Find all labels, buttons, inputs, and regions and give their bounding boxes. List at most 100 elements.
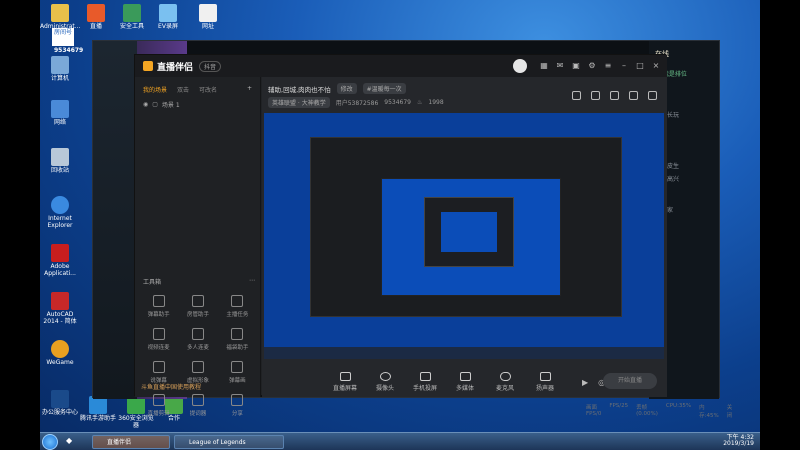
app-logo-icon: [143, 61, 153, 71]
video-link-icon: [152, 328, 165, 340]
tool-share[interactable]: 分享: [218, 394, 257, 417]
edit-title-button[interactable]: 修改: [336, 83, 357, 94]
security-tools-icon[interactable]: 安全工具: [112, 4, 152, 30]
microphone-button[interactable]: 麦克风: [490, 372, 520, 392]
tool-danmaku-helper[interactable]: 弹幕助手: [139, 295, 178, 318]
tab-my-scenes[interactable]: 我的场景: [143, 85, 167, 94]
tencent-mobile-icon[interactable]: 腾讯手游助手: [78, 396, 118, 422]
gift-icon[interactable]: ▣: [571, 61, 581, 71]
stream-title: 辅助,回城,肉肉也不怕: [268, 85, 331, 94]
microphone-icon: [499, 372, 511, 381]
taskbar-task-streaming[interactable]: 直播伴侣: [92, 435, 170, 449]
skin-icon[interactable]: ▦: [539, 61, 549, 71]
room-overlay: 房间号: [52, 28, 74, 46]
phone-icon: [419, 372, 431, 381]
preview-taskbar: [264, 347, 664, 359]
office-center-icon[interactable]: 办公服务中心: [40, 390, 80, 416]
tool-danmaku-picture[interactable]: 弹幕画: [218, 361, 257, 384]
share-icon[interactable]: [648, 91, 657, 100]
message-icon[interactable]: ✉: [555, 61, 565, 71]
tool-lucky-bag[interactable]: 福袋助手: [218, 328, 257, 351]
danmaku-icon: [152, 295, 165, 307]
right-letterbox: [760, 0, 800, 450]
tutorial-link[interactable]: 斗鱼直播中国使用教程: [141, 382, 201, 391]
start-button[interactable]: [42, 434, 58, 450]
platform-badge[interactable]: 抖音: [199, 60, 222, 72]
web-url-icon[interactable]: 网址: [188, 4, 228, 30]
lock-icon[interactable]: ▢: [152, 101, 158, 108]
preview-nested-screen: [441, 212, 497, 252]
lock-icon[interactable]: [591, 91, 600, 100]
taskbar: ◆ 直播伴侣 League of Legends 下午 4:32 2019/3/…: [40, 432, 760, 450]
minimize-icon[interactable]: –: [619, 61, 629, 71]
phone-cast-button[interactable]: 手机投屏: [410, 372, 440, 392]
virtual-avatar-icon: [191, 361, 204, 373]
tool-multi-link[interactable]: 多人连麦: [178, 328, 217, 351]
scene-item[interactable]: ◉ ▢ 场景 1: [135, 98, 260, 111]
share-icon: [231, 394, 244, 406]
screen: Administrat... 直播 安全工具 EV录屏 网址 房间号 95346…: [0, 0, 800, 450]
taskbar-task-lol[interactable]: League of Legends: [174, 435, 284, 449]
tool-virtual-avatar[interactable]: 虚拟形象: [178, 361, 217, 384]
streaming-app-window[interactable]: 直播伴侣 抖音 ▦ ✉ ▣ ⚙ ≡ – □ × 我的场景 双击 可改名 + ◉ …: [134, 54, 732, 419]
stream-panel: 辅助,回城,肉肉也不怕 修改 #温暖每一次 英雄联盟 · 大神教学 用户5387…: [262, 77, 732, 419]
start-live-button[interactable]: 开始直播: [603, 373, 657, 389]
tool-video-link[interactable]: 视频连麦: [139, 328, 178, 351]
trash-icon[interactable]: [572, 91, 581, 100]
room-number: 9534679: [384, 99, 412, 106]
maximize-icon[interactable]: □: [635, 61, 645, 71]
speaker-icon: [539, 372, 551, 381]
stream-tag[interactable]: #温暖每一次: [362, 83, 406, 94]
scene-panel: 我的场景 双击 可改名 + ◉ ▢ 场景 1 工具箱 ⋯ 弹幕助手 房管助手 主…: [135, 77, 261, 417]
category-badge[interactable]: 英雄联盟 · 大神教学: [268, 97, 330, 108]
settings-icon[interactable]: ⚙: [587, 61, 597, 71]
stream-preview[interactable]: [264, 113, 664, 359]
camera-button[interactable]: 摄像头: [370, 372, 400, 392]
bell-icon[interactable]: [629, 91, 638, 100]
tasks-icon: [231, 295, 244, 307]
tab-rename[interactable]: 可改名: [199, 85, 217, 94]
game-sidebar: [93, 41, 137, 399]
adobe-icon[interactable]: Adobe Applicati...: [40, 244, 80, 277]
danmaku-picture-icon: [231, 361, 244, 373]
tool-say-danmaku[interactable]: 说弹幕: [139, 361, 178, 384]
computer-icon[interactable]: 计算机: [40, 56, 80, 82]
left-letterbox: [0, 0, 40, 450]
media-button[interactable]: 多媒体: [450, 372, 480, 392]
toolbox-header: 工具箱 ⋯: [143, 277, 255, 286]
screen-capture-button[interactable]: 直播屏幕: [330, 372, 360, 392]
tool-prompter[interactable]: 提词器: [178, 394, 217, 417]
camera-icon: [379, 372, 391, 381]
app-title: 直播伴侣: [157, 62, 194, 73]
preview-nested-window: [310, 137, 622, 317]
tool-room-manager[interactable]: 房管助手: [178, 295, 217, 318]
scene-tabs: 我的场景 双击 可改名 +: [135, 77, 260, 98]
live-app-icon[interactable]: 直播: [76, 4, 116, 30]
say-danmaku-icon: [152, 361, 165, 373]
recycle-bin-icon[interactable]: 回收站: [40, 148, 80, 174]
menu-icon[interactable]: ≡: [603, 61, 613, 71]
autocad-icon[interactable]: AutoCAD 2014 - 简体: [40, 292, 80, 325]
record-icon[interactable]: ▶: [582, 378, 588, 387]
unlock-icon[interactable]: [610, 91, 619, 100]
toolbox-grid: 弹幕助手 房管助手 主播任务 视频连麦 多人连麦 福袋助手 说弹幕 虚拟形象 弹…: [139, 295, 257, 417]
network-icon[interactable]: 网络: [40, 100, 80, 126]
lucky-bag-icon: [231, 328, 244, 340]
tool-host-tasks[interactable]: 主播任务: [218, 295, 257, 318]
add-scene-icon[interactable]: +: [247, 85, 252, 94]
system-tray-clock[interactable]: 下午 4:32 2019/3/19: [723, 435, 754, 447]
close-icon[interactable]: ×: [651, 61, 661, 71]
speaker-button[interactable]: 扬声器: [530, 372, 560, 392]
more-icon[interactable]: ⋯: [249, 277, 255, 286]
avatar[interactable]: [513, 59, 527, 73]
prompter-icon: [191, 394, 204, 406]
eye-icon[interactable]: ◉: [143, 101, 148, 108]
taskbar-pin-icon[interactable]: ◆: [66, 436, 72, 445]
wegame-icon[interactable]: WeGame: [40, 340, 80, 366]
ie-icon[interactable]: Internet Explorer: [40, 196, 80, 229]
ev-recorder-icon[interactable]: EV录屏: [148, 4, 188, 30]
tool-clip[interactable]: 直播剪辑: [139, 394, 178, 417]
room-manager-icon: [191, 295, 204, 307]
tab-double-click[interactable]: 双击: [177, 85, 189, 94]
administrator-icon[interactable]: Administrat...: [40, 4, 81, 30]
